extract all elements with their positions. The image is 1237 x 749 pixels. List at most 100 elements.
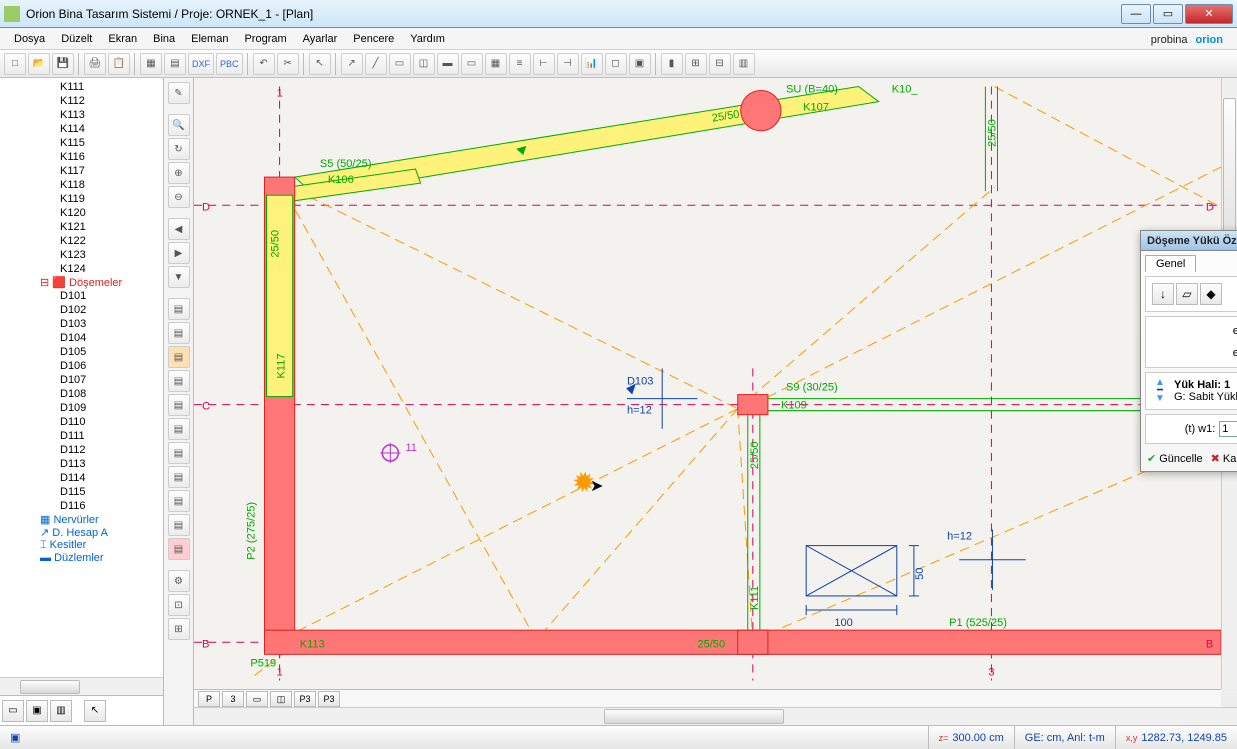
tree-k-item[interactable]: K119 [0,192,163,206]
close-button[interactable]: Kapat [1211,452,1237,465]
ctab-3[interactable]: 3 [222,691,244,707]
zoomout-icon[interactable]: ⊖ [168,186,190,208]
btab-1[interactable]: ▭ [2,700,24,722]
tree-d-item[interactable]: D102 [0,303,163,317]
rect3-icon[interactable]: ▬ [437,53,459,75]
loadcase-down-icon[interactable]: ▼ [1152,395,1168,403]
tree-d-item[interactable]: D112 [0,443,163,457]
menu-program[interactable]: Program [236,31,294,47]
close-button[interactable]: ✕ [1185,4,1233,24]
tree-d-item[interactable]: D109 [0,401,163,415]
tree-k-item[interactable]: K122 [0,234,163,248]
btab-2[interactable]: ▣ [26,700,48,722]
minimize-button[interactable]: — [1121,4,1151,24]
menu-pencere[interactable]: Pencere [345,31,402,47]
layer5-icon[interactable]: ▤ [168,394,190,416]
tree-d-item[interactable]: D105 [0,345,163,359]
down-icon[interactable]: ▼ [168,266,190,288]
cut-icon[interactable]: ✂ [277,53,299,75]
open-icon[interactable]: 📂 [28,53,50,75]
layer9-icon[interactable]: ▤ [168,490,190,512]
tree-d-item[interactable]: D116 [0,499,163,513]
load-type-area-icon[interactable]: ◆ [1200,283,1222,305]
tree-k-item[interactable]: K112 [0,94,163,108]
tree-k-item[interactable]: K113 [0,108,163,122]
ctab-p[interactable]: P [198,691,220,707]
ctab-a[interactable]: ▭ [246,691,268,707]
tree-k-item[interactable]: K114 [0,122,163,136]
tree-k-item[interactable]: K120 [0,206,163,220]
menu-yardim[interactable]: Yardım [402,31,453,47]
tree-d-item[interactable]: D113 [0,457,163,471]
tree-k-item[interactable]: K117 [0,164,163,178]
canvas-hscroll[interactable] [194,707,1237,725]
layer7-icon[interactable]: ▤ [168,442,190,464]
opt1-icon[interactable]: ⚙ [168,570,190,592]
tree-hesap[interactable]: ↗ D. Hesap A [0,526,163,539]
rect4-icon[interactable]: ▭ [461,53,483,75]
left-icon[interactable]: ◀ [168,218,190,240]
dim1-icon[interactable]: ⊢ [533,53,555,75]
layer4-icon[interactable]: ▤ [168,370,190,392]
update-button[interactable]: Güncelle [1147,452,1203,465]
tree-dosemeler[interactable]: ⊟ 🟥 Döşemeler [0,276,163,289]
tree-duzlemler[interactable]: ▬ Düzlemler [0,552,163,564]
menu-eleman[interactable]: Eleman [183,31,236,47]
ctab-p3b[interactable]: P3 [318,691,340,707]
select-icon[interactable]: ↖ [309,53,331,75]
layer6-icon[interactable]: ▤ [168,418,190,440]
undo-icon[interactable]: ↶ [253,53,275,75]
tree-d-item[interactable]: D103 [0,317,163,331]
tree-d-item[interactable]: D114 [0,471,163,485]
tree-d-item[interactable]: D101 [0,289,163,303]
opt2-icon[interactable]: ⊡ [168,594,190,616]
more-icon[interactable]: ▥ [733,53,755,75]
btab-3[interactable]: ▥ [50,700,72,722]
rect5-icon[interactable]: ▦ [485,53,507,75]
bar-icon[interactable]: ▮ [661,53,683,75]
layer10-icon[interactable]: ▤ [168,514,190,536]
layer3-icon[interactable]: ▤ [168,346,190,368]
maximize-button[interactable]: ▭ [1153,4,1183,24]
tree-kesitler[interactable]: ⌶ Kesitler [0,539,163,552]
grid-icon[interactable]: ▦ [140,53,162,75]
save-icon[interactable]: 💾 [52,53,74,75]
load-type-point-icon[interactable]: ↓ [1152,283,1174,305]
menu-bina[interactable]: Bina [145,31,183,47]
tree-k-item[interactable]: K111 [0,80,163,94]
tree-k-item[interactable]: K123 [0,248,163,262]
layer11-icon[interactable]: ▤ [168,538,190,560]
tree-d-item[interactable]: D108 [0,387,163,401]
new-icon[interactable]: □ [4,53,26,75]
layer8-icon[interactable]: ▤ [168,466,190,488]
tree-hscroll[interactable] [0,677,163,695]
drawing-canvas[interactable]: 25/50 S5 (50/25) K106 K107 SU (B=40) K10… [194,78,1221,689]
search-icon[interactable]: 🔍 [168,114,190,136]
dxf-icon[interactable]: DXF [188,53,214,75]
layer2-icon[interactable]: ▤ [168,322,190,344]
rect2-icon[interactable]: ◫ [413,53,435,75]
pen-icon[interactable]: ✎ [168,82,190,104]
grid3-icon[interactable]: ⊟ [709,53,731,75]
opt3-icon[interactable]: ⊞ [168,618,190,640]
tree-d-item[interactable]: D115 [0,485,163,499]
tree-d-item[interactable]: D107 [0,373,163,387]
chart-icon[interactable]: 📊 [581,53,603,75]
tree-d-item[interactable]: D104 [0,331,163,345]
ctab-b[interactable]: ◫ [270,691,292,707]
tree-k-item[interactable]: K115 [0,136,163,150]
layer1-icon[interactable]: ▤ [168,298,190,320]
box-icon[interactable]: ◻ [605,53,627,75]
tree-d-item[interactable]: D111 [0,429,163,443]
zoomin-icon[interactable]: ⊕ [168,162,190,184]
w1-input[interactable] [1219,421,1237,437]
tree-d-item[interactable]: D106 [0,359,163,373]
line-icon[interactable]: ╱ [365,53,387,75]
dim2-icon[interactable]: ⊣ [557,53,579,75]
tree-k-item[interactable]: K118 [0,178,163,192]
box2-icon[interactable]: ▣ [629,53,651,75]
btab-4[interactable]: ↖ [84,700,106,722]
menu-ekran[interactable]: Ekran [100,31,145,47]
copy-icon[interactable]: 📋 [108,53,130,75]
menu-dosya[interactable]: Dosya [6,31,53,47]
